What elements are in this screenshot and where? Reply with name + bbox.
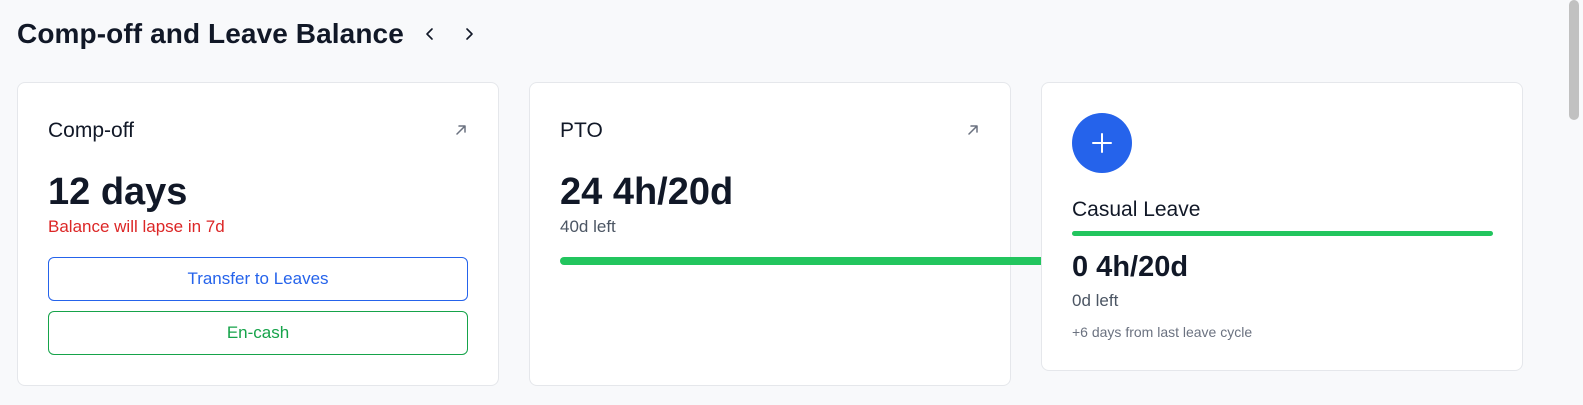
lapse-warning: Balance will lapse in 7d — [48, 217, 225, 236]
chevron-left-icon — [426, 28, 433, 40]
pto-label: PTO — [560, 119, 603, 142]
casual-leave-label: Casual Leave — [1072, 198, 1201, 221]
arrow-up-right-icon[interactable] — [454, 123, 468, 137]
encash-button[interactable]: En-cash — [48, 311, 468, 355]
pto-progress-bar — [560, 257, 1060, 265]
compoff-value: 12 days — [48, 171, 188, 213]
scrollbar[interactable] — [1564, 0, 1583, 405]
pto-left-text: 40d left — [560, 217, 616, 236]
casual-leave-card: Casual Leave 0 4h/20d 0d left +6 days fr… — [1041, 82, 1523, 371]
casual-leave-value: 0 4h/20d — [1072, 251, 1189, 283]
pto-card: PTO 24 4h/20d 40d left — [529, 82, 1011, 386]
compoff-card: Comp-off 12 days Balance will lapse in 7… — [17, 82, 499, 386]
plus-icon — [1092, 133, 1112, 153]
pto-value: 24 4h/20d — [560, 171, 734, 213]
transfer-to-leaves-button[interactable]: Transfer to Leaves — [48, 257, 468, 301]
chevron-right-icon — [466, 28, 473, 40]
arrow-up-right-icon[interactable] — [966, 123, 980, 137]
add-leave-button[interactable] — [1072, 113, 1132, 173]
casual-note: +6 days from last leave cycle — [1072, 324, 1253, 340]
encash-button-label: En-cash — [226, 323, 290, 342]
header: Comp-off and Leave Balance — [17, 14, 482, 54]
casual-left-text: 0d left — [1072, 291, 1119, 310]
page-title: Comp-off and Leave Balance — [17, 18, 404, 49]
casual-progress-fill — [1072, 231, 1493, 236]
compoff-label: Comp-off — [48, 119, 134, 142]
prev-button[interactable] — [417, 21, 443, 47]
scroll-thumb[interactable] — [1569, 0, 1579, 120]
transfer-button-label: Transfer to Leaves — [187, 269, 329, 288]
page: Comp-off and Leave Balance Comp-off 12 d… — [0, 0, 1583, 405]
casual-progress-bar — [1072, 231, 1493, 236]
next-button[interactable] — [456, 21, 482, 47]
